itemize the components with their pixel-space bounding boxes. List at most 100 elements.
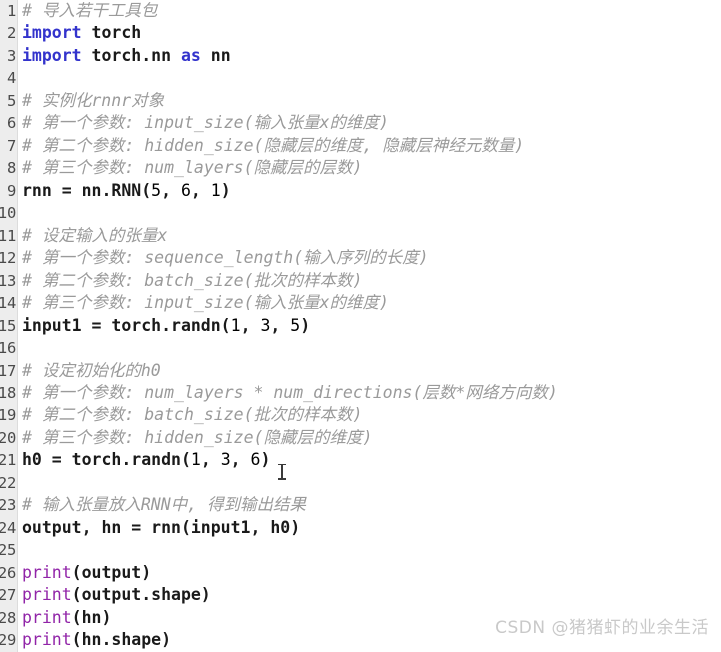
line-number: 12 [0,249,16,268]
code-line-text[interactable]: # 第二个参数: batch_size(批次的样本数) [22,270,362,292]
token-builtin: print [22,562,72,582]
line-number: 25 [0,541,16,560]
code-line-text[interactable]: output, hn = rnn(input1, h0) [22,517,300,539]
code-line[interactable]: 1 # 导入若干工具包 [0,0,721,22]
code-line-text[interactable]: import torch [22,22,141,44]
token-plain: , [270,315,291,335]
code-line[interactable]: 2 import torch [0,22,721,44]
code-line[interactable]: 4 [0,67,721,89]
code-line[interactable]: 16 [0,337,721,359]
code-line-text[interactable]: h0 = torch.randn(1, 3, 6) [22,449,270,471]
code-line-text[interactable]: # 第二个参数: hidden_size(隐藏层的维度, 隐藏层神经元数量) [22,135,524,157]
code-line-text[interactable]: # 实例化rnnr对象 [22,90,164,112]
code-line-text[interactable]: # 第二个参数: batch_size(批次的样本数) [22,404,362,426]
token-builtin: print [22,630,72,650]
code-line-text[interactable]: # 设定输入的张量x [22,225,167,247]
code-line-text[interactable]: # 第三个参数: num_layers(隐藏层的层数) [22,157,362,179]
code-line-text[interactable]: import torch.nn as nn [22,45,231,67]
code-line-text[interactable]: print(output) [22,562,151,584]
code-line[interactable]: 23 # 输入张量放入RNN中, 得到输出结果 [0,494,721,516]
code-line[interactable]: 8 # 第三个参数: num_layers(隐藏层的层数) [0,157,721,179]
code-line-text[interactable]: # 第一个参数: sequence_length(输入序列的长度) [22,247,429,269]
code-editor[interactable]: 1 # 导入若干工具包 2 import torch 3 import torch.nn … [0,0,721,652]
token-keyword: import [22,23,82,43]
code-line[interactable]: 10 [0,202,721,224]
code-line[interactable]: 22 [0,472,721,494]
line-number: 11 [0,226,16,245]
code-line-list[interactable]: 1 # 导入若干工具包 2 import torch 3 import torch.nn … [0,0,721,652]
code-line[interactable]: 25 [0,539,721,561]
code-line[interactable]: 17 # 设定初始化的h0 [0,360,721,382]
line-number: 22 [0,473,16,492]
code-line[interactable]: 5 # 实例化rnnr对象 [0,90,721,112]
token-plain: output, hn = rnn(input1, h0) [22,517,301,537]
token-plain: (output.shape) [71,585,211,605]
line-number: 23 [0,496,16,515]
token-number: 5 [290,315,301,335]
line-number: 10 [0,204,16,223]
token-plain: ) [300,315,311,335]
token-comment: # 设定输入的张量x [22,225,168,245]
token-keyword: as [180,45,201,65]
line-number: 26 [0,563,16,582]
token-number: 1 [230,315,241,335]
code-line[interactable]: 7 # 第二个参数: hidden_size(隐藏层的维度, 隐藏层神经元数量) [0,135,721,157]
line-number: 28 [0,608,16,627]
code-line[interactable]: 27 print(output.shape) [0,584,721,606]
code-line[interactable]: 3 import torch.nn as nn [0,45,721,67]
token-number: 1 [190,450,201,470]
code-line-text[interactable]: print(hn) [22,607,111,629]
code-line-text[interactable]: print(hn.shape) [22,629,171,651]
code-line[interactable]: 21 h0 = torch.randn(1, 3, 6) [0,449,721,471]
code-line[interactable]: 12 # 第一个参数: sequence_length(输入序列的长度) [0,247,721,269]
code-line[interactable]: 20 # 第三个参数: hidden_size(隐藏层的维度) [0,427,721,449]
code-line-text[interactable]: rnn = nn.RNN(5, 6, 1) [22,180,231,202]
token-comment: # 第二个参数: hidden_size(隐藏层的维度, 隐藏层神经元数量) [22,135,525,155]
code-line-text[interactable]: # 第三个参数: input_size(输入张量x的维度) [22,292,389,314]
token-number: 5 [151,180,162,200]
code-line[interactable]: 18 # 第一个参数: num_layers * num_directions(层… [0,382,721,404]
token-plain: (output) [71,562,152,582]
code-line[interactable]: 14 # 第三个参数: input_size(输入张量x的维度) [0,292,721,314]
token-plain: h0 = torch.randn( [22,450,191,470]
line-number: 9 [6,181,16,200]
code-line[interactable]: 6 # 第一个参数: input_size(输入张量x的维度) [0,112,721,134]
code-line[interactable]: 11 # 设定输入的张量x [0,225,721,247]
line-number: 13 [0,271,16,290]
token-comment: # 第三个参数: hidden_size(隐藏层的维度) [22,427,373,447]
token-comment: # 第三个参数: input_size(输入张量x的维度) [22,293,389,313]
code-line-text[interactable]: # 设定初始化的h0 [22,360,161,382]
token-plain: input1 = torch.randn( [22,315,231,335]
code-line[interactable]: 24 output, hn = rnn(input1, h0) [0,517,721,539]
token-plain: , [240,315,261,335]
code-line-text[interactable]: print(output.shape) [22,584,211,606]
code-line[interactable]: 13 # 第二个参数: batch_size(批次的样本数) [0,270,721,292]
line-number: 7 [6,136,16,155]
line-number: 6 [6,114,16,133]
token-keyword: import [22,45,82,65]
code-line[interactable]: 9 rnn = nn.RNN(5, 6, 1) [0,180,721,202]
token-number: 3 [260,315,271,335]
line-number: 20 [0,428,16,447]
line-number: 2 [6,24,16,43]
line-number: 19 [0,406,16,425]
token-comment: # 实例化rnnr对象 [22,90,165,110]
line-number: 15 [0,316,16,335]
code-line[interactable]: 26 print(output) [0,562,721,584]
token-number: 3 [220,450,231,470]
code-line[interactable]: 19 # 第二个参数: batch_size(批次的样本数) [0,404,721,426]
code-line-text[interactable]: # 第一个参数: num_layers * num_directions(层数*… [22,382,558,404]
code-line-text[interactable]: # 输入张量放入RNN中, 得到输出结果 [22,494,306,516]
token-number: 6 [250,450,261,470]
code-line-text[interactable]: input1 = torch.randn(1, 3, 5) [22,315,310,337]
token-builtin: print [22,607,72,627]
line-number: 4 [6,69,16,88]
code-line-text[interactable]: # 第三个参数: hidden_size(隐藏层的维度) [22,427,372,449]
code-line-text[interactable]: # 第一个参数: input_size(输入张量x的维度) [22,112,389,134]
code-line-text[interactable]: # 导入若干工具包 [22,0,157,22]
token-number: 6 [180,180,191,200]
token-plain: (hn.shape) [71,630,172,650]
token-plain: , [161,180,181,200]
code-line[interactable]: 15 input1 = torch.randn(1, 3, 5) [0,315,721,337]
line-number: 29 [0,631,16,650]
